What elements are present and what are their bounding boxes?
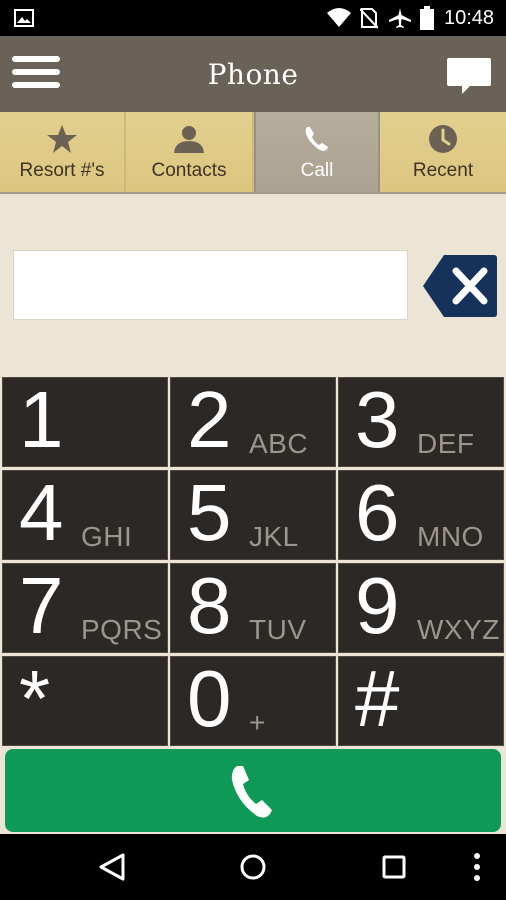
chat-bubble-icon[interactable] <box>446 56 492 96</box>
home-icon[interactable] <box>240 854 266 880</box>
key-letters: MNO <box>417 521 484 552</box>
page-title: Phone <box>207 58 299 91</box>
key-digit: 2 <box>187 375 232 464</box>
airplane-icon <box>389 8 411 28</box>
tab-contacts[interactable]: Contacts <box>126 112 254 192</box>
person-icon <box>174 126 204 153</box>
navigation-bar <box>0 834 506 900</box>
dial-entry-area <box>0 194 506 376</box>
tab-call[interactable]: Call <box>254 112 380 192</box>
key-letters: JKL <box>249 521 299 552</box>
overflow-menu-icon[interactable] <box>472 852 482 882</box>
key-digit: 4 <box>19 468 64 557</box>
key-digit: 9 <box>355 561 400 650</box>
clock-icon <box>429 125 457 153</box>
tab-label: Resort #'s <box>19 160 105 181</box>
key-hash[interactable]: # <box>338 656 504 746</box>
key-letters: DEF <box>417 428 475 459</box>
key-letters: GHI <box>81 521 133 552</box>
key-digit: 1 <box>19 375 64 464</box>
key-digit: 6 <box>355 468 400 557</box>
gallery-icon <box>14 9 34 27</box>
key-digit: 3 <box>355 375 400 464</box>
tab-resort-numbers[interactable]: Resort #'s <box>0 112 126 192</box>
status-bar: 10:48 <box>0 0 506 36</box>
tab-bar: Resort #'s Contacts Call Recent <box>0 112 506 194</box>
key-letters: + <box>249 707 266 738</box>
key-letters: PQRS <box>81 614 163 645</box>
tab-label: Call <box>300 160 334 181</box>
key-letters: TUV <box>249 614 307 645</box>
wifi-icon <box>327 8 351 27</box>
key-digit: * <box>19 654 51 743</box>
key-0[interactable]: 0 + <box>170 656 336 746</box>
key-digit: 0 <box>187 654 232 743</box>
key-9[interactable]: 9 WXYZ <box>338 563 504 653</box>
keypad: 1 2 ABC 3 DEF 4 GHI 5 JKL 6 MNO 7 PQRS 8… <box>0 376 506 748</box>
key-letters: ABC <box>249 428 309 459</box>
key-4[interactable]: 4 GHI <box>2 470 168 560</box>
key-digit: 7 <box>19 561 64 650</box>
key-digit: # <box>355 654 400 743</box>
key-8[interactable]: 8 TUV <box>170 563 336 653</box>
back-icon[interactable] <box>98 852 126 882</box>
tab-label: Contacts <box>151 160 227 181</box>
tab-recent[interactable]: Recent <box>380 112 506 192</box>
phone-handset-icon <box>231 765 272 818</box>
key-7[interactable]: 7 PQRS <box>2 563 168 653</box>
star-icon <box>47 125 77 153</box>
call-area <box>0 748 506 834</box>
phone-number-field[interactable] <box>13 250 408 320</box>
key-1[interactable]: 1 <box>2 377 168 467</box>
no-sim-icon <box>360 8 378 29</box>
key-6[interactable]: 6 MNO <box>338 470 504 560</box>
tab-label: Recent <box>412 160 474 181</box>
backspace-x-icon[interactable] <box>422 254 498 318</box>
key-5[interactable]: 5 JKL <box>170 470 336 560</box>
recents-icon[interactable] <box>382 855 406 879</box>
status-time: 10:48 <box>444 7 495 29</box>
key-2[interactable]: 2 ABC <box>170 377 336 467</box>
call-button[interactable] <box>5 749 501 832</box>
key-digit: 5 <box>187 468 232 557</box>
key-star[interactable]: * <box>2 656 168 746</box>
key-3[interactable]: 3 DEF <box>338 377 504 467</box>
phone-icon <box>305 127 328 151</box>
key-letters: WXYZ <box>417 614 500 645</box>
action-bar: Phone <box>0 36 506 112</box>
key-digit: 8 <box>187 561 232 650</box>
battery-icon <box>420 6 434 30</box>
